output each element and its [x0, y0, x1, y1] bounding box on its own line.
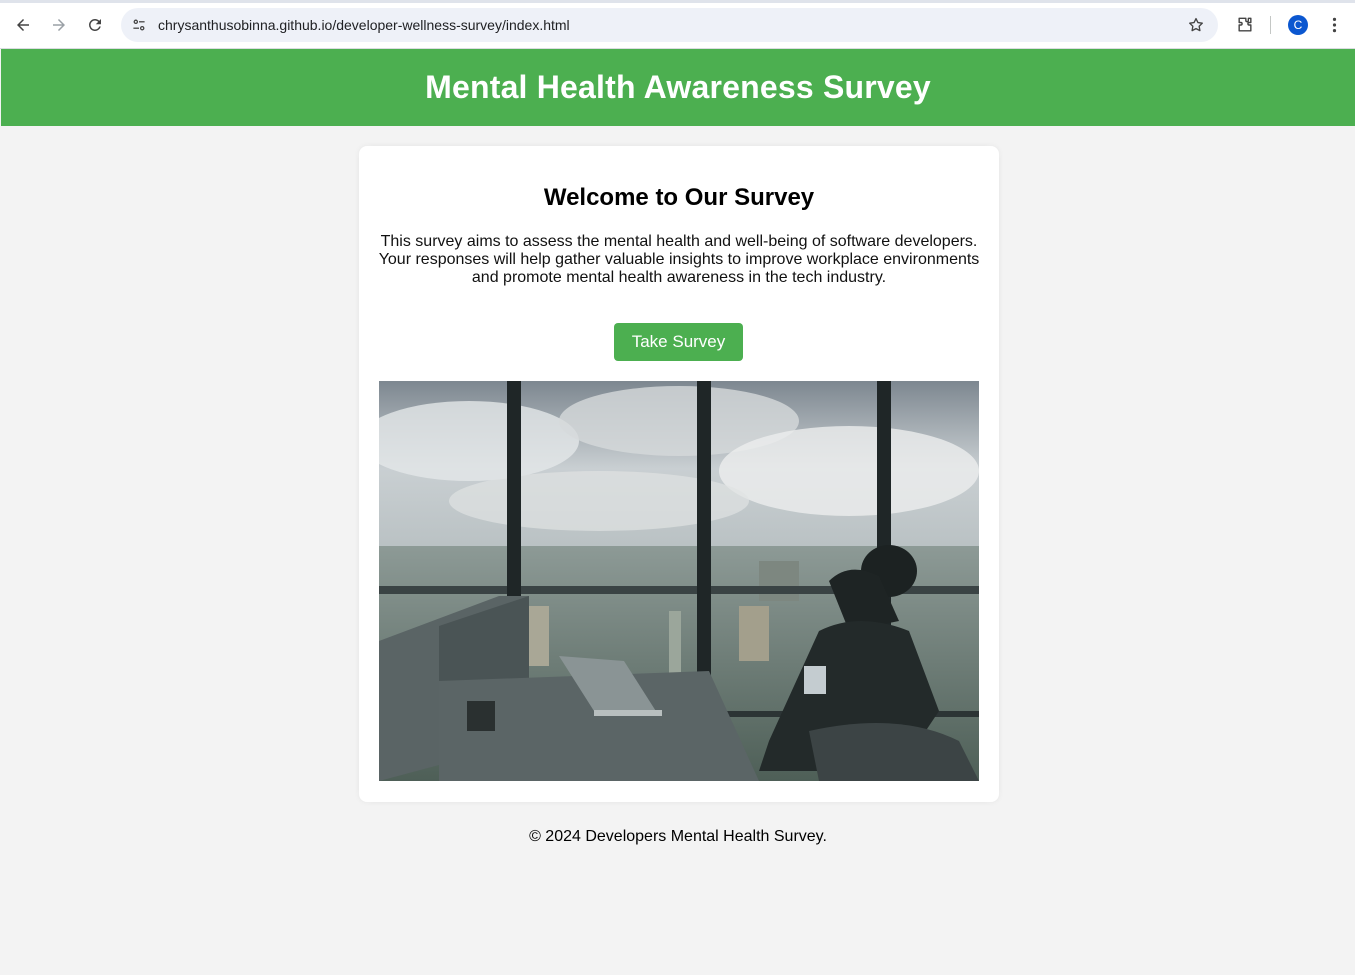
more-menu-icon[interactable]	[1325, 13, 1343, 37]
forward-button[interactable]	[45, 11, 73, 39]
intro-text: This survey aims to assess the mental he…	[378, 233, 980, 286]
toolbar-divider	[1270, 16, 1271, 34]
welcome-heading: Welcome to Our Survey	[543, 184, 815, 211]
profile-avatar[interactable]: C	[1288, 15, 1308, 35]
back-button[interactable]	[9, 11, 37, 39]
footer-text: © 2024 Developers Mental Health Survey.	[529, 828, 827, 845]
tab-strip-edge	[0, 0, 1355, 3]
site-header: Mental Health Awareness Survey	[1, 49, 1355, 126]
reload-icon	[88, 18, 101, 31]
take-survey-button[interactable]: Take Survey	[614, 323, 743, 361]
forward-icon	[53, 19, 65, 31]
address-bar[interactable]: chrysanthusobinna.github.io/developer-we…	[121, 8, 1218, 42]
browser-toolbar: chrysanthusobinna.github.io/developer-we…	[0, 0, 1355, 49]
reload-button[interactable]	[81, 11, 109, 39]
welcome-card: Welcome to Our Survey This survey aims t…	[359, 146, 999, 802]
office-photo	[379, 381, 979, 781]
url-text[interactable]: chrysanthusobinna.github.io/developer-we…	[158, 17, 570, 33]
page-title: Mental Health Awareness Survey	[425, 69, 931, 105]
office-photo-illustration	[379, 381, 979, 781]
extensions-icon[interactable]	[1233, 13, 1257, 37]
page-body: Mental Health Awareness Survey Welcome t…	[1, 49, 1355, 975]
star-icon[interactable]	[1186, 15, 1206, 35]
back-icon	[17, 19, 29, 31]
site-info-icon[interactable]	[129, 15, 149, 35]
